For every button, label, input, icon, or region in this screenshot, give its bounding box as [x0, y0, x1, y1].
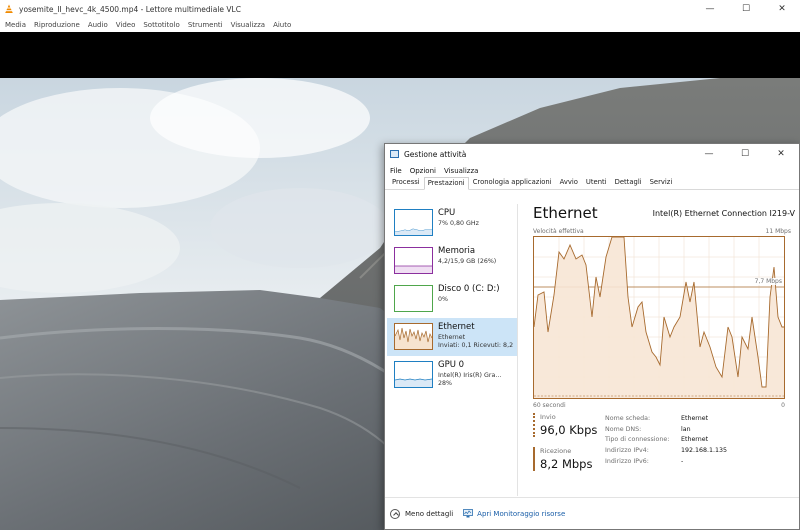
open-resource-monitor-link[interactable]: Apri Monitoraggio risorse	[477, 510, 565, 518]
receive-value: 8,2 Mbps	[540, 457, 593, 471]
maximize-icon: ☐	[741, 4, 751, 14]
sidebar-item-throughput: Inviati: 0,1 Ricevuti: 8,2	[438, 342, 514, 349]
sidebar-item-label: Disco 0 (C: D:)	[438, 284, 500, 294]
performance-sidebar: CPU 7% 0,80 GHz Memoria 4,2/15,9 GB (26%…	[387, 204, 518, 496]
tab-processes[interactable]: Processi	[388, 176, 424, 189]
sidebar-item-detail: 7% 0,80 GHz	[438, 220, 479, 227]
tm-menu-view[interactable]: Visualizza	[444, 167, 478, 175]
sidebar-item-cpu[interactable]: CPU 7% 0,80 GHz	[387, 204, 517, 242]
tm-menu-options[interactable]: Opzioni	[410, 167, 436, 175]
property-value: Ethernet	[681, 414, 709, 422]
task-manager-window: Gestione attività — ☐ ✕ File Opzioni Vis…	[384, 143, 800, 530]
tab-details[interactable]: Dettagli	[611, 176, 646, 189]
sidebar-item-ethernet[interactable]: Ethernet Ethernet Inviati: 0,1 Ricevuti:…	[387, 318, 517, 356]
ethernet-mini-graph	[394, 323, 433, 350]
property-row: Indirizzo IPv4: 192.168.1.135	[605, 445, 727, 456]
vlc-maximize-button[interactable]: ☐	[728, 0, 764, 18]
less-details-button[interactable]: Meno dettagli	[405, 510, 453, 518]
close-icon: ✕	[778, 4, 786, 14]
property-value: lan	[681, 425, 691, 433]
sidebar-item-disk[interactable]: Disco 0 (C: D:) 0%	[387, 280, 517, 318]
vlc-menu-playback[interactable]: Riproduzione	[34, 21, 80, 29]
vlc-menu-subtitle[interactable]: Sottotitolo	[143, 21, 179, 29]
graph-time-span: 60 secondi	[533, 402, 566, 409]
sidebar-item-label: GPU 0	[438, 360, 465, 370]
sidebar-item-memory[interactable]: Memoria 4,2/15,9 GB (26%)	[387, 242, 517, 280]
send-label: Invio	[540, 413, 556, 421]
graph-title: Velocità effettiva	[533, 228, 584, 235]
tab-startup[interactable]: Avvio	[556, 176, 582, 189]
tab-performance[interactable]: Prestazioni	[423, 177, 469, 190]
tm-footer: Meno dettagli Apri Monitoraggio risorse	[385, 497, 799, 529]
vlc-titlebar: yosemite_II_hevc_4k_4500.mp4 - Lettore m…	[0, 0, 800, 18]
minimize-icon: —	[705, 4, 715, 14]
vlc-menu-audio[interactable]: Audio	[88, 21, 108, 29]
sidebar-item-detail: Ethernet	[438, 334, 466, 341]
property-key: Indirizzo IPv4:	[605, 446, 649, 454]
vlc-menu-help[interactable]: Aiuto	[273, 21, 291, 29]
property-row: Nome DNS: lan	[605, 424, 727, 435]
property-key: Indirizzo IPv6:	[605, 457, 649, 465]
panel-title: Ethernet	[533, 204, 598, 222]
vlc-menu-media[interactable]: Media	[5, 21, 26, 29]
receive-stat: Ricezione 8,2 Mbps	[533, 447, 592, 471]
property-value: -	[681, 457, 684, 465]
cpu-mini-graph	[394, 209, 433, 236]
property-row: Tipo di connessione: Ethernet	[605, 434, 727, 445]
sidebar-item-detail: Intel(R) Iris(R) Gra...	[438, 372, 502, 379]
task-manager-icon	[390, 150, 399, 158]
disk-mini-graph	[394, 285, 433, 312]
send-value: 96,0 Kbps	[540, 423, 598, 437]
tm-window-title: Gestione attività	[404, 149, 467, 159]
tm-titlebar: Gestione attività — ☐ ✕	[385, 144, 799, 164]
chevron-up-icon[interactable]	[390, 508, 400, 519]
sidebar-item-label: CPU	[438, 208, 456, 218]
tm-minimize-button[interactable]: —	[691, 144, 727, 164]
property-key: Nome scheda:	[605, 414, 651, 422]
sidebar-item-detail: 4,2/15,9 GB (26%)	[438, 258, 497, 265]
sidebar-item-usage: 28%	[438, 380, 452, 387]
sidebar-item-detail: 0%	[438, 296, 448, 303]
vlc-cone-icon	[4, 4, 14, 14]
sidebar-item-label: Ethernet	[438, 322, 475, 332]
tab-users[interactable]: Utenti	[582, 176, 611, 189]
property-row: Indirizzo IPv6: -	[605, 456, 727, 467]
close-icon: ✕	[777, 149, 785, 159]
vlc-close-button[interactable]: ✕	[764, 0, 800, 18]
tab-app-history[interactable]: Cronologia applicazioni	[469, 176, 556, 189]
maximize-icon: ☐	[740, 149, 750, 159]
vlc-window-title: yosemite_II_hevc_4k_4500.mp4 - Lettore m…	[19, 4, 241, 14]
gpu-mini-graph	[394, 361, 433, 388]
send-stat: Invio 96,0 Kbps	[533, 413, 597, 437]
throughput-graph: 7,7 Mbps	[533, 236, 785, 399]
sidebar-item-gpu[interactable]: GPU 0 Intel(R) Iris(R) Gra... 28%	[387, 356, 517, 394]
adapter-properties: Nome scheda: Ethernet Nome DNS: lan Tipo d…	[605, 413, 727, 466]
graph-ref-label: 7,7 Mbps	[754, 278, 782, 285]
vlc-menu-view[interactable]: Visualizza	[231, 21, 265, 29]
property-value: Ethernet	[681, 436, 709, 444]
ethernet-detail-panel: Ethernet Intel(R) Ethernet Connection I2…	[533, 204, 795, 496]
property-key: Nome DNS:	[605, 425, 642, 433]
tm-menu-file[interactable]: File	[390, 167, 402, 175]
memory-mini-graph	[394, 247, 433, 274]
tm-close-button[interactable]: ✕	[763, 144, 799, 164]
vlc-menu-video[interactable]: Video	[116, 21, 136, 29]
vlc-minimize-button[interactable]: —	[692, 0, 728, 18]
tm-tab-bar: Processi Prestazioni Cronologia applicaz…	[385, 177, 799, 190]
receive-label: Ricezione	[540, 447, 572, 455]
adapter-name: Intel(R) Ethernet Connection I219-V	[652, 209, 795, 218]
graph-max-label: 11 Mbps	[765, 228, 791, 235]
property-value: 192.168.1.135	[681, 446, 728, 454]
vlc-menubar: Media Riproduzione Audio Video Sottotito…	[0, 18, 800, 32]
minimize-icon: —	[704, 149, 714, 159]
resource-monitor-icon	[463, 509, 474, 518]
property-row: Nome scheda: Ethernet	[605, 413, 727, 424]
property-key: Tipo di connessione:	[605, 436, 670, 444]
tm-maximize-button[interactable]: ☐	[727, 144, 763, 164]
graph-time-now: 0	[781, 402, 785, 409]
sidebar-item-label: Memoria	[438, 246, 476, 256]
vlc-menu-tools[interactable]: Strumenti	[188, 21, 223, 29]
tab-services[interactable]: Servizi	[646, 176, 677, 189]
